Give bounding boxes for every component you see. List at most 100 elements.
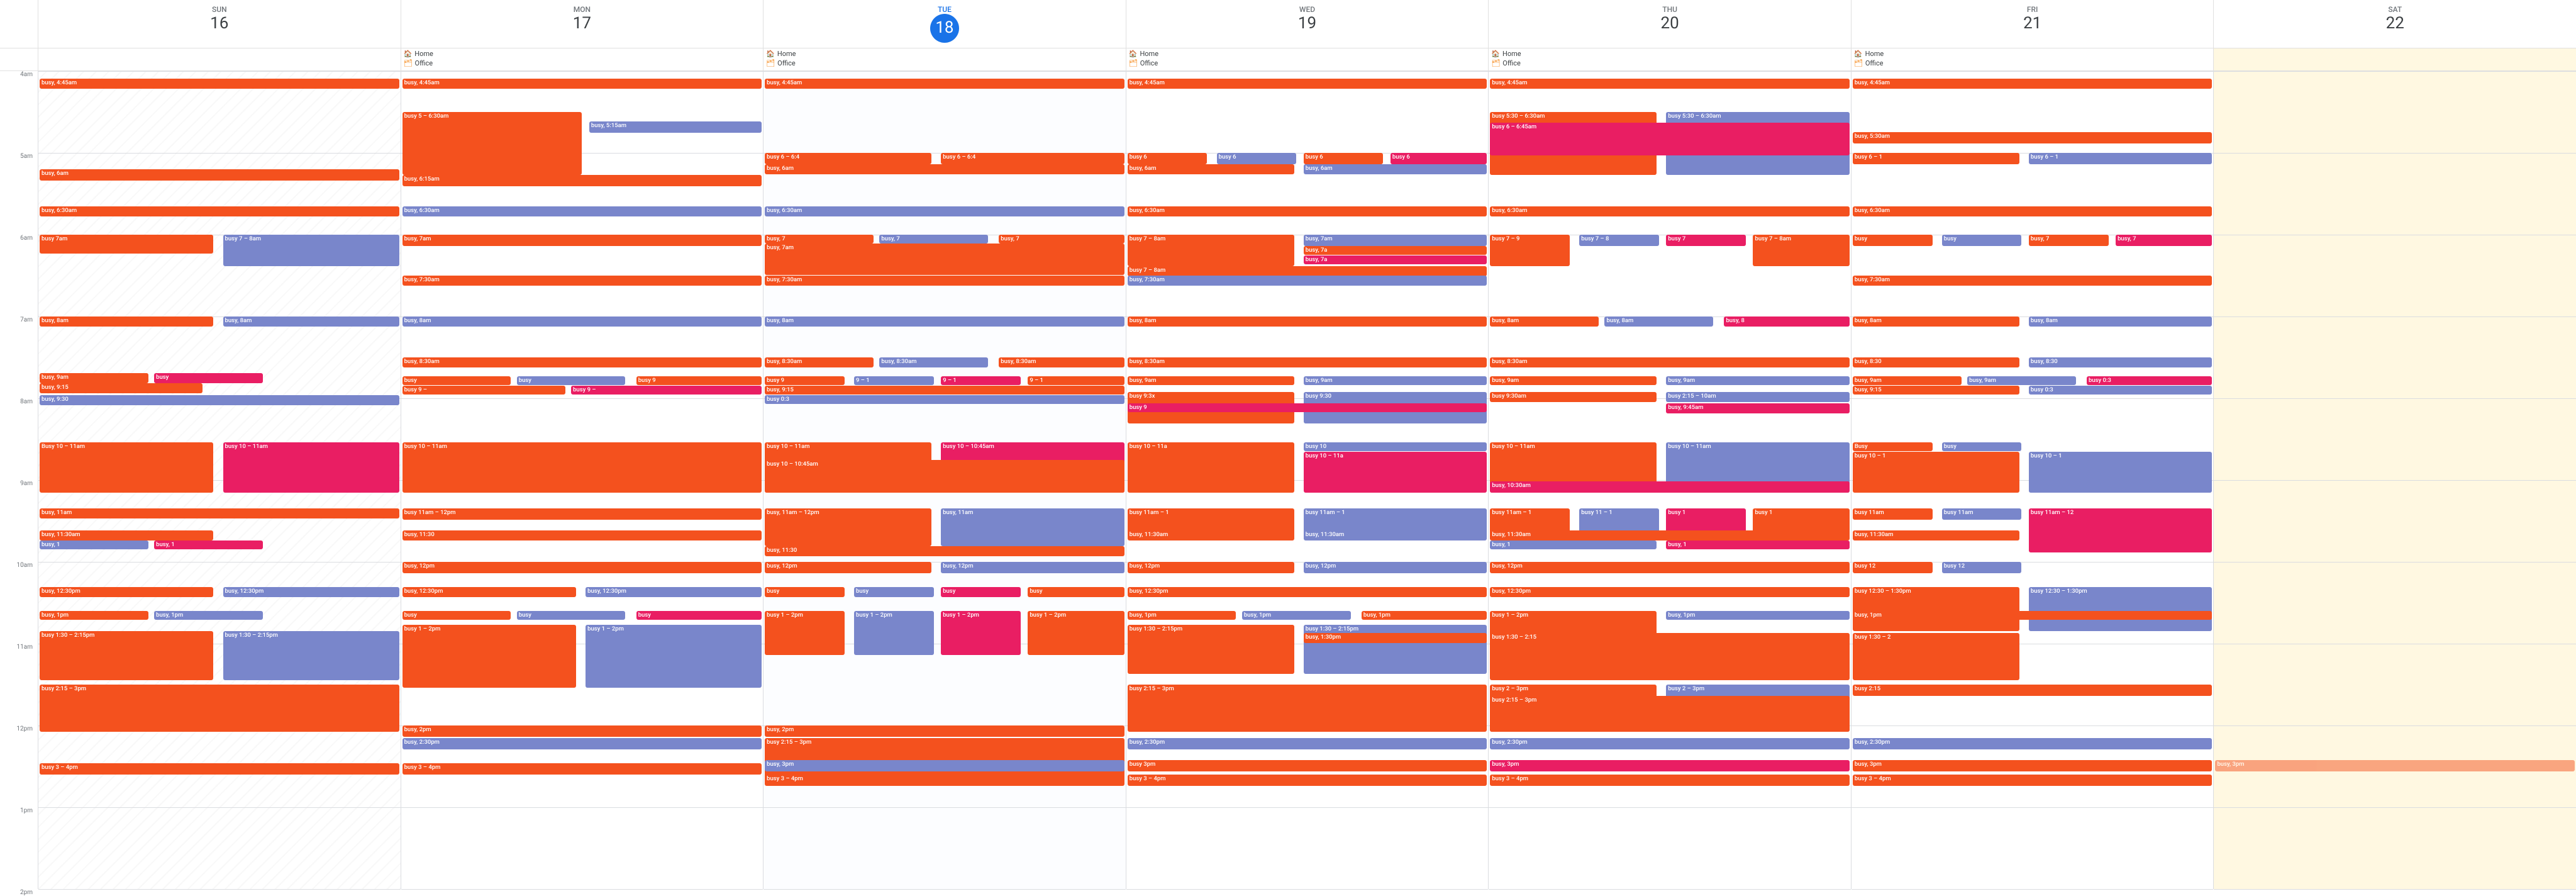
event-wed-10-11-c[interactable]: busy 10 – 11a [1304,452,1487,493]
event-tue-7am-a[interactable]: busy, 7 [765,235,874,244]
event-wed-230pm[interactable]: busy, 2:30pm [1128,738,1487,749]
event-sun-busy-6am[interactable]: busy, 6am [40,169,399,181]
event-sun-2-15[interactable]: busy 2:15 – 3pm [40,685,399,732]
event-wed-7am-c[interactable]: busy, 7a [1304,246,1487,255]
event-fri-8am-a[interactable]: busy, 8am [1853,316,2019,327]
event-fri-630am[interactable]: busy, 6:30am [1853,206,2212,216]
event-fri-3pm[interactable]: busy, 3pm [1853,760,2212,771]
event-sun-busy-11b[interactable]: busy, 1 [40,540,148,549]
event-fri-3-4pm[interactable]: busy 3 – 4pm [1853,775,2212,786]
event-fri-10am-a[interactable]: Busy [1853,442,1933,451]
event-sun-3-4pm[interactable]: busy 3 – 4pm [40,763,399,775]
event-fri-11am-c[interactable]: busy 11am – 12 [2029,508,2212,552]
event-thu-11-b[interactable]: busy, 1 [1666,540,1850,549]
event-tue-10-1045[interactable]: busy 10 – 10:45am [765,460,1124,493]
event-thu-6-645[interactable]: busy 6 – 6:45am [1490,123,1850,155]
event-wed-10am-b[interactable]: busy 10 [1304,442,1487,451]
event-mon-1pm-a[interactable]: busy [402,611,511,620]
event-tue-1230-b[interactable]: busy [854,587,934,597]
event-thu-9am-b[interactable]: busy, 9am [1666,376,1850,385]
event-mon-7am[interactable]: busy, 7am [402,235,762,246]
event-tue-6-64[interactable]: busy 6 – 6:4 [765,153,931,164]
event-tue-12pm-a[interactable]: busy, 12pm [765,562,931,573]
event-fri-445am[interactable]: busy, 4:45am [1853,79,2212,89]
event-fri-9am-a[interactable]: busy, 9am [1853,376,1962,385]
event-mon-2pm[interactable]: busy, 2pm [402,725,762,737]
event-wed-830am[interactable]: busy, 8:30am [1128,357,1487,367]
event-thu-930-a[interactable]: busy 9:30am [1490,392,1657,402]
event-sun-busy-8am-a[interactable]: busy, 8am [40,316,213,327]
event-sat-3pm[interactable]: busy, 3pm [2215,760,2575,771]
event-thu-130-215[interactable]: busy 1:30 – 2:15 [1490,633,1850,680]
event-sun-busy-630am[interactable]: busy, 6:30am [40,206,399,216]
event-wed-3pm[interactable]: busy 3pm [1128,760,1487,771]
event-tue-1-2-c[interactable]: busy 1 – 2pm [941,611,1021,655]
event-tue-1-2-a[interactable]: busy 1 – 2pm [765,611,845,655]
event-mon-10-11[interactable]: busy 10 – 11am [402,442,762,493]
event-tue-11am-a[interactable]: busy, 11am – 12pm [765,508,931,546]
event-thu-945[interactable]: busy, 9:45am [1666,403,1850,413]
event-thu-1230[interactable]: busy, 12:30pm [1490,587,1850,597]
event-tue-9am-c[interactable]: 9 – 1 [941,376,1021,385]
event-fri-10-11-b[interactable]: busy 10 – 1 [2029,452,2212,493]
event-fri-1pm[interactable]: busy, 1pm [1853,611,2212,620]
event-sun-busy-1pm-b[interactable]: busy, 1pm [154,611,263,620]
event-sun-busy-1pm-a[interactable]: busy, 1pm [40,611,148,620]
event-fri-1230-b[interactable]: busy 12:30 – 1:30pm [2029,587,2212,631]
event-sun-busy-445am[interactable]: busy, 4:45am [40,79,399,89]
event-wed-130-b[interactable]: busy 1:30 – 2:15pm [1304,625,1487,674]
event-thu-830am[interactable]: busy, 8:30am [1490,357,1850,367]
event-fri-830-b[interactable]: busy, 8:30 [2029,357,2212,367]
event-wed-1230[interactable]: busy, 12:30pm [1128,587,1487,597]
event-thu-8am-a[interactable]: busy, 8am [1490,316,1599,327]
event-fri-915-b[interactable]: busy 0:3 [2029,386,2212,395]
event-tue-1-2-b[interactable]: busy 1 – 2pm [854,611,934,655]
event-wed-7-8-a[interactable]: busy 7 – 8am [1128,235,1294,266]
event-mon-8am[interactable]: busy, 8am [402,316,762,327]
event-mon-11am[interactable]: busy 11am – 12pm [402,508,762,520]
event-wed-6-64-d[interactable]: busy 6 [1391,153,1487,164]
event-fri-730am[interactable]: busy, 7:30am [1853,276,2212,286]
event-wed-1pm-a[interactable]: busy, 1pm [1128,611,1236,620]
event-thu-3pm[interactable]: busy, 3pm [1490,760,1850,771]
event-mon-730am[interactable]: busy, 7:30am [402,276,762,286]
event-fri-7am-d[interactable]: busy, 7 [2116,235,2212,246]
event-wed-1130-b[interactable]: busy, 11:30am [1304,530,1487,540]
event-wed-1pm-c[interactable]: busy, 1pm [1362,611,1487,620]
event-wed-215-3[interactable]: busy 2:15 – 3pm [1128,685,1487,732]
event-wed-10-11-a[interactable]: busy 10 – 11a [1128,442,1294,493]
event-wed-7am-b[interactable]: busy, 7am [1304,235,1487,246]
event-mon-230pm[interactable]: busy, 2:30pm [402,738,762,749]
event-mon-9am-b[interactable]: busy [517,376,626,385]
event-fri-9am-c[interactable]: busy 0:3 [2087,376,2212,385]
event-mon-12pm[interactable]: busy, 12pm [402,562,762,573]
event-tue-830-c[interactable]: busy, 8:30am [999,357,1124,367]
event-wed-7-8-row[interactable]: busy 7 – 8am [1128,266,1487,276]
event-sun-1-30[interactable]: busy 1:30 – 2:15pm [40,631,213,680]
event-thu-8am-c[interactable]: busy, 8 [1724,316,1849,327]
event-fri-915-a[interactable]: busy, 9:15 [1853,386,2019,395]
event-wed-6-64-b[interactable]: busy 6 [1217,153,1297,164]
event-sun-busy-1230b[interactable]: busy, 12:30pm [223,587,399,597]
event-sun-busy-10am-b[interactable]: busy 10 – 11am [223,442,399,493]
event-mon-830am[interactable]: busy, 8:30am [402,357,762,367]
event-sun-busy-9am-b[interactable]: busy [154,373,263,383]
event-mon-busy-445am[interactable]: busy, 4:45am [402,79,762,89]
event-tue-9am-a[interactable]: busy 9 [765,376,845,385]
event-thu-930-b[interactable]: busy 2:15 – 10am [1666,392,1850,402]
event-tue-1230-a[interactable]: busy [765,587,845,597]
event-sun-busy-11c[interactable]: busy, 1 [154,540,263,549]
event-thu-11-a[interactable]: busy, 1 [1490,540,1657,549]
event-fri-7am-c[interactable]: busy, 7 [2029,235,2109,246]
event-thu-7am-c[interactable]: busy 7 [1666,235,1746,246]
event-tue-1230-d[interactable]: busy [1028,587,1124,597]
event-fri-530am[interactable]: busy, 5:30am [1853,132,2212,143]
event-wed-730am[interactable]: busy, 7:30am [1128,276,1487,286]
event-mon-615am[interactable]: busy, 6:15am [402,175,762,186]
event-tue-930[interactable]: busy 0:3 [765,395,1124,404]
event-mon-515am[interactable]: busy, 5:15am [589,121,762,133]
event-thu-445am[interactable]: busy, 4:45am [1490,79,1850,89]
event-tue-9am-d[interactable]: 9 – 1 [1028,376,1124,385]
event-wed-3-4pm[interactable]: busy 3 – 4pm [1128,775,1487,786]
event-mon-915[interactable]: busy 9 – [402,386,565,395]
